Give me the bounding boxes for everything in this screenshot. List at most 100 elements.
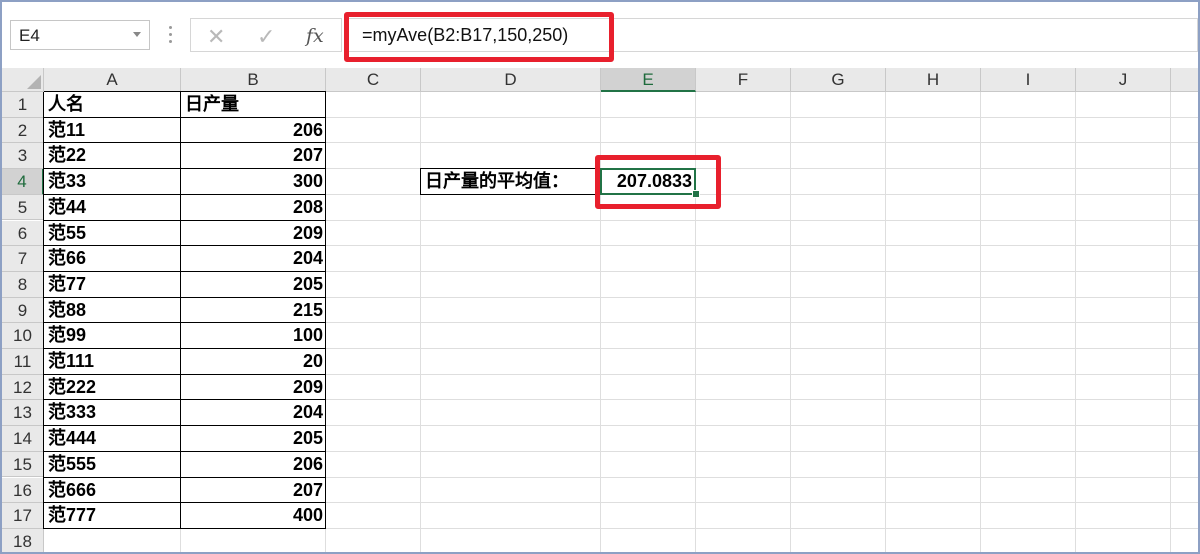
column-header-i[interactable]: I [981, 68, 1076, 92]
enter-icon[interactable]: ✓ [257, 24, 275, 50]
row-header-8[interactable]: 8 [2, 271, 44, 298]
value-cell[interactable]: 207 [181, 143, 323, 168]
row-header-14[interactable]: 14 [2, 426, 44, 452]
value-cell[interactable]: 300 [181, 169, 323, 194]
column-header-e[interactable]: E [601, 68, 696, 92]
insert-function-icon[interactable]: fx [306, 25, 324, 47]
name-cell[interactable]: 范222 [48, 375, 96, 400]
result-label-cell[interactable]: 日产量的平均值： [425, 169, 569, 194]
cancel-icon[interactable]: ✕ [207, 24, 225, 50]
table-border [44, 476, 326, 478]
table-border [44, 168, 326, 170]
table-border [44, 450, 326, 452]
name-cell[interactable]: 范111 [48, 349, 94, 374]
name-cell[interactable]: 范55 [48, 221, 86, 246]
table-border [44, 270, 326, 272]
value-cell[interactable]: 206 [181, 118, 323, 143]
value-cell[interactable]: 20 [181, 349, 323, 374]
table-border [44, 527, 326, 529]
name-cell[interactable]: 范88 [48, 298, 86, 323]
table-border [44, 322, 326, 324]
row-header-3[interactable]: 3 [2, 143, 44, 170]
name-box[interactable]: E4 [10, 20, 150, 50]
name-cell[interactable]: 范33 [48, 169, 86, 194]
row-header-9[interactable]: 9 [2, 297, 44, 324]
row-header-6[interactable]: 6 [2, 220, 44, 247]
name-cell[interactable]: 范44 [48, 195, 86, 220]
table-border [44, 245, 326, 247]
name-cell[interactable]: 范22 [48, 143, 86, 168]
table-border [44, 193, 326, 195]
name-cell[interactable]: 范333 [48, 400, 96, 425]
table-border [325, 92, 326, 529]
table-border [44, 142, 326, 144]
value-cell[interactable]: 400 [181, 503, 323, 528]
column-header-d[interactable]: D [421, 68, 601, 92]
name-cell[interactable]: 范555 [48, 452, 96, 477]
value-cell[interactable]: 204 [181, 246, 323, 271]
select-all-corner[interactable] [2, 68, 44, 92]
value-cell[interactable]: 205 [181, 272, 323, 297]
gridline [695, 92, 696, 552]
name-box-value: E4 [19, 26, 40, 45]
column-header-g[interactable]: G [791, 68, 886, 92]
value-cell[interactable]: 215 [181, 298, 323, 323]
value-cell[interactable]: 206 [181, 452, 323, 477]
row-header-15[interactable]: 15 [2, 451, 44, 478]
value-cell[interactable]: 208 [181, 195, 323, 220]
column-header-k[interactable] [1171, 68, 1198, 92]
name-cell[interactable]: 范444 [48, 426, 96, 451]
row-header-13[interactable]: 13 [2, 400, 44, 427]
value-cell[interactable]: 207 [181, 478, 323, 503]
gridline [980, 92, 981, 552]
table-border [44, 502, 326, 504]
row-header-2[interactable]: 2 [2, 117, 44, 144]
row-header-18[interactable]: 18 [2, 528, 44, 552]
excel-window: E4 ✕ ✓ fx =myAve(B2:B17,150,250) ABCDEFG… [0, 0, 1200, 554]
row-header-10[interactable]: 10 [2, 323, 44, 349]
header-name-cell[interactable]: 人名 [48, 92, 84, 117]
row-header-5[interactable]: 5 [2, 194, 44, 221]
value-cell[interactable]: 209 [181, 375, 323, 400]
column-header-a[interactable]: A [44, 68, 181, 92]
chevron-down-icon[interactable] [133, 32, 141, 37]
column-header-b[interactable]: B [181, 68, 326, 92]
table-border [44, 91, 326, 92]
name-cell[interactable]: 范666 [48, 478, 96, 503]
table-border [44, 219, 326, 221]
name-cell[interactable]: 范66 [48, 246, 86, 271]
row-header-7[interactable]: 7 [2, 246, 44, 272]
row-header-11[interactable]: 11 [2, 349, 44, 375]
value-cell[interactable]: 209 [181, 221, 323, 246]
table-border [44, 425, 326, 427]
name-cell[interactable]: 范77 [48, 272, 86, 297]
table-border [44, 399, 326, 401]
value-cell[interactable]: 205 [181, 426, 323, 451]
name-cell[interactable]: 范11 [48, 118, 85, 143]
fill-handle[interactable] [692, 189, 700, 198]
active-cell-selection [600, 168, 696, 195]
table-border [44, 348, 326, 349]
gridline [420, 92, 421, 552]
table-border [180, 92, 181, 529]
column-header-h[interactable]: H [886, 68, 981, 92]
row-header-4[interactable]: 4 [2, 169, 44, 195]
gridline [885, 92, 886, 552]
row-header-12[interactable]: 12 [2, 374, 44, 401]
value-cell[interactable]: 100 [181, 323, 323, 348]
header-value-cell[interactable]: 日产量 [185, 92, 239, 117]
row-header-16[interactable]: 16 [2, 477, 44, 504]
drag-handle-icon[interactable] [168, 24, 172, 46]
column-header-j[interactable]: J [1076, 68, 1171, 92]
row-header-17[interactable]: 17 [2, 503, 44, 529]
formula-text[interactable]: =myAve(B2:B17,150,250) [362, 25, 568, 46]
table-border [44, 373, 326, 375]
column-header-c[interactable]: C [326, 68, 421, 92]
value-cell[interactable]: 204 [181, 400, 323, 425]
column-header-f[interactable]: F [696, 68, 791, 92]
gridline [600, 92, 601, 552]
table-border [43, 92, 44, 529]
name-cell[interactable]: 范99 [48, 323, 86, 348]
row-header-1[interactable]: 1 [2, 92, 44, 118]
name-cell[interactable]: 范777 [48, 503, 96, 528]
